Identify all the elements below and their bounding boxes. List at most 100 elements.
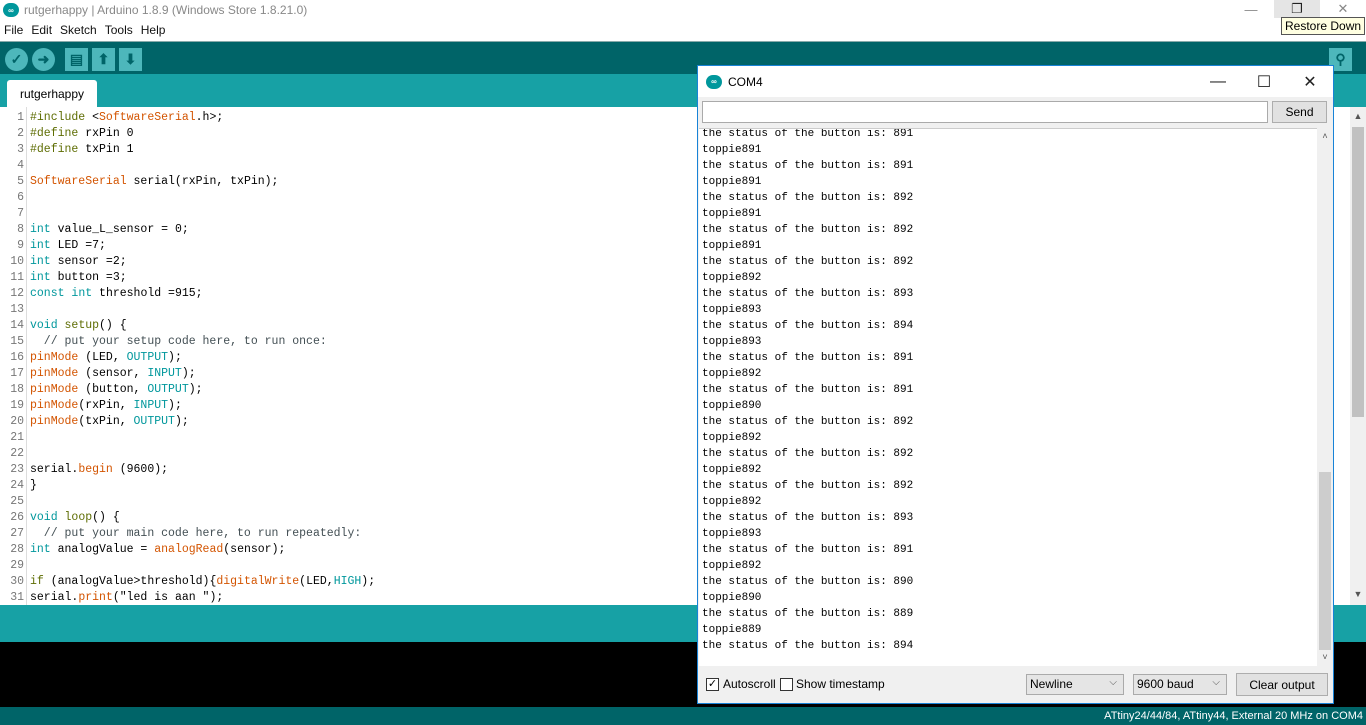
scroll-thumb[interactable]	[1352, 127, 1364, 417]
line-number: 10	[10, 255, 24, 268]
menu-sketch[interactable]: Sketch	[56, 21, 101, 40]
code-token: (sensor,	[78, 367, 148, 380]
scroll-down-icon[interactable]: ˅	[1317, 652, 1333, 666]
arduino-logo-icon: ∞	[3, 3, 19, 17]
code-line: 29	[0, 558, 24, 574]
menu-edit[interactable]: Edit	[27, 21, 56, 40]
code-line: 30 if (analogValue>threshold){digitalWrit…	[0, 574, 375, 590]
code-token: int	[30, 543, 51, 556]
line-number: 13	[10, 303, 24, 316]
line-ending-select[interactable]: Newline ⌵	[1026, 674, 1124, 695]
monitor-close-button[interactable]: ✕	[1287, 66, 1333, 97]
code-line: 22	[0, 446, 24, 462]
code-line: 11 int button =3;	[0, 270, 126, 286]
serial-line: toppie890	[702, 400, 762, 412]
serial-line: toppie891	[702, 144, 762, 156]
save-icon[interactable]: ⬇	[119, 48, 142, 71]
new-sketch-icon[interactable]: ▤	[65, 48, 88, 71]
code-line: 24}	[0, 478, 37, 494]
code-token: void	[30, 319, 58, 332]
scroll-thumb[interactable]	[1319, 472, 1331, 650]
upload-icon[interactable]: ➜	[32, 48, 55, 71]
code-text: #include <SoftwareSerial.h>;	[30, 110, 223, 126]
line-number: 12	[10, 287, 24, 300]
send-input[interactable]	[702, 101, 1268, 123]
code-line: 2 #define rxPin 0	[0, 126, 133, 142]
editor-scrollbar[interactable]: ▲ ▼	[1350, 107, 1366, 605]
clear-output-button[interactable]: Clear output	[1236, 673, 1328, 696]
code-token: () {	[99, 319, 127, 332]
monitor-scrollbar[interactable]: ˄ ˅	[1317, 128, 1333, 666]
menu-file[interactable]: File	[0, 21, 27, 40]
baud-select[interactable]: 9600 baud ⌵	[1133, 674, 1227, 695]
code-text: void loop() {	[30, 510, 120, 526]
timestamp-checkbox[interactable]	[780, 678, 793, 691]
code-token: );	[168, 351, 182, 364]
scroll-up-icon[interactable]: ▲	[1350, 111, 1366, 125]
code-token: int	[30, 223, 51, 236]
code-token: OUTPUT	[147, 383, 189, 396]
monitor-controls: ✓ Autoscroll Show timestamp Newline ⌵ 960…	[698, 667, 1333, 703]
serial-line: toppie889	[702, 624, 762, 636]
code-text: int sensor =2;	[30, 254, 127, 270]
code-line: 10 int sensor =2;	[0, 254, 126, 270]
menu-help[interactable]: Help	[137, 21, 170, 40]
menu-tools[interactable]: Tools	[101, 21, 137, 40]
line-number: 14	[10, 319, 24, 332]
code-token: serial.	[30, 463, 79, 476]
code-token: int	[30, 271, 51, 284]
code-token: analogRead	[154, 543, 224, 556]
line-number: 26	[10, 511, 24, 524]
close-button[interactable]: ✕	[1320, 0, 1366, 18]
line-number: 22	[10, 447, 24, 460]
code-text: int LED =7;	[30, 238, 106, 254]
scroll-down-icon[interactable]: ▼	[1350, 589, 1366, 603]
code-token: int	[30, 239, 51, 252]
code-token: ("led is aan ");	[112, 591, 224, 604]
code-token: (sensor);	[223, 543, 286, 556]
line-number: 18	[10, 383, 24, 396]
verify-icon[interactable]: ✓	[5, 48, 28, 71]
code-token: loop	[64, 511, 93, 524]
code-token: (LED,	[299, 575, 334, 588]
arduino-logo-icon: ∞	[706, 74, 722, 89]
serial-line: the status of the button is: 894	[702, 320, 914, 332]
line-number: 2	[17, 127, 24, 140]
serial-line: the status of the button is: 893	[702, 512, 914, 524]
monitor-minimize-button[interactable]: —	[1195, 66, 1241, 97]
serial-line: the status of the button is: 891	[702, 160, 914, 172]
monitor-title-bar: ∞ COM4 — ☐ ✕	[698, 66, 1333, 97]
monitor-maximize-button[interactable]: ☐	[1241, 66, 1287, 97]
code-token: int	[71, 287, 93, 300]
serial-line: the status of the button is: 892	[702, 224, 914, 236]
restore-button[interactable]: ❐	[1274, 0, 1320, 18]
code-token: }	[30, 479, 37, 492]
minimize-button[interactable]: —	[1228, 0, 1274, 18]
tab-rutgerhappy[interactable]: rutgerhappy	[7, 80, 97, 107]
line-ending-value: Newline	[1030, 677, 1073, 691]
code-token: button =3;	[50, 271, 127, 284]
code-token: pinMode	[30, 415, 79, 428]
code-token: setup	[64, 319, 100, 332]
send-button[interactable]: Send	[1272, 101, 1327, 123]
code-text: void setup() {	[30, 318, 127, 334]
code-line: 5 SoftwareSerial serial(rxPin, txPin);	[0, 174, 278, 190]
code-token: (button,	[78, 383, 148, 396]
serial-line: toppie892	[702, 272, 762, 284]
code-token: (9600);	[112, 463, 169, 476]
serial-line: the status of the button is: 891	[702, 544, 914, 556]
code-token: pinMode	[30, 351, 79, 364]
code-token: <	[92, 111, 100, 124]
serial-line: the status of the button is: 892	[702, 416, 914, 428]
restore-tooltip: Restore Down	[1281, 17, 1366, 35]
code-line: 28 int analogValue = analogRead(sensor);	[0, 542, 285, 558]
open-icon[interactable]: ⬆	[92, 48, 115, 71]
chevron-down-icon: ⌵	[1109, 677, 1117, 688]
line-number: 24	[10, 479, 24, 492]
code-token: value_L_sensor = 0;	[50, 223, 189, 236]
scroll-up-icon[interactable]: ˄	[1317, 131, 1333, 145]
autoscroll-checkbox[interactable]: ✓	[706, 678, 719, 691]
serial-line: toppie891	[702, 240, 762, 252]
code-line: 16 pinMode (LED, OUTPUT);	[0, 350, 182, 366]
